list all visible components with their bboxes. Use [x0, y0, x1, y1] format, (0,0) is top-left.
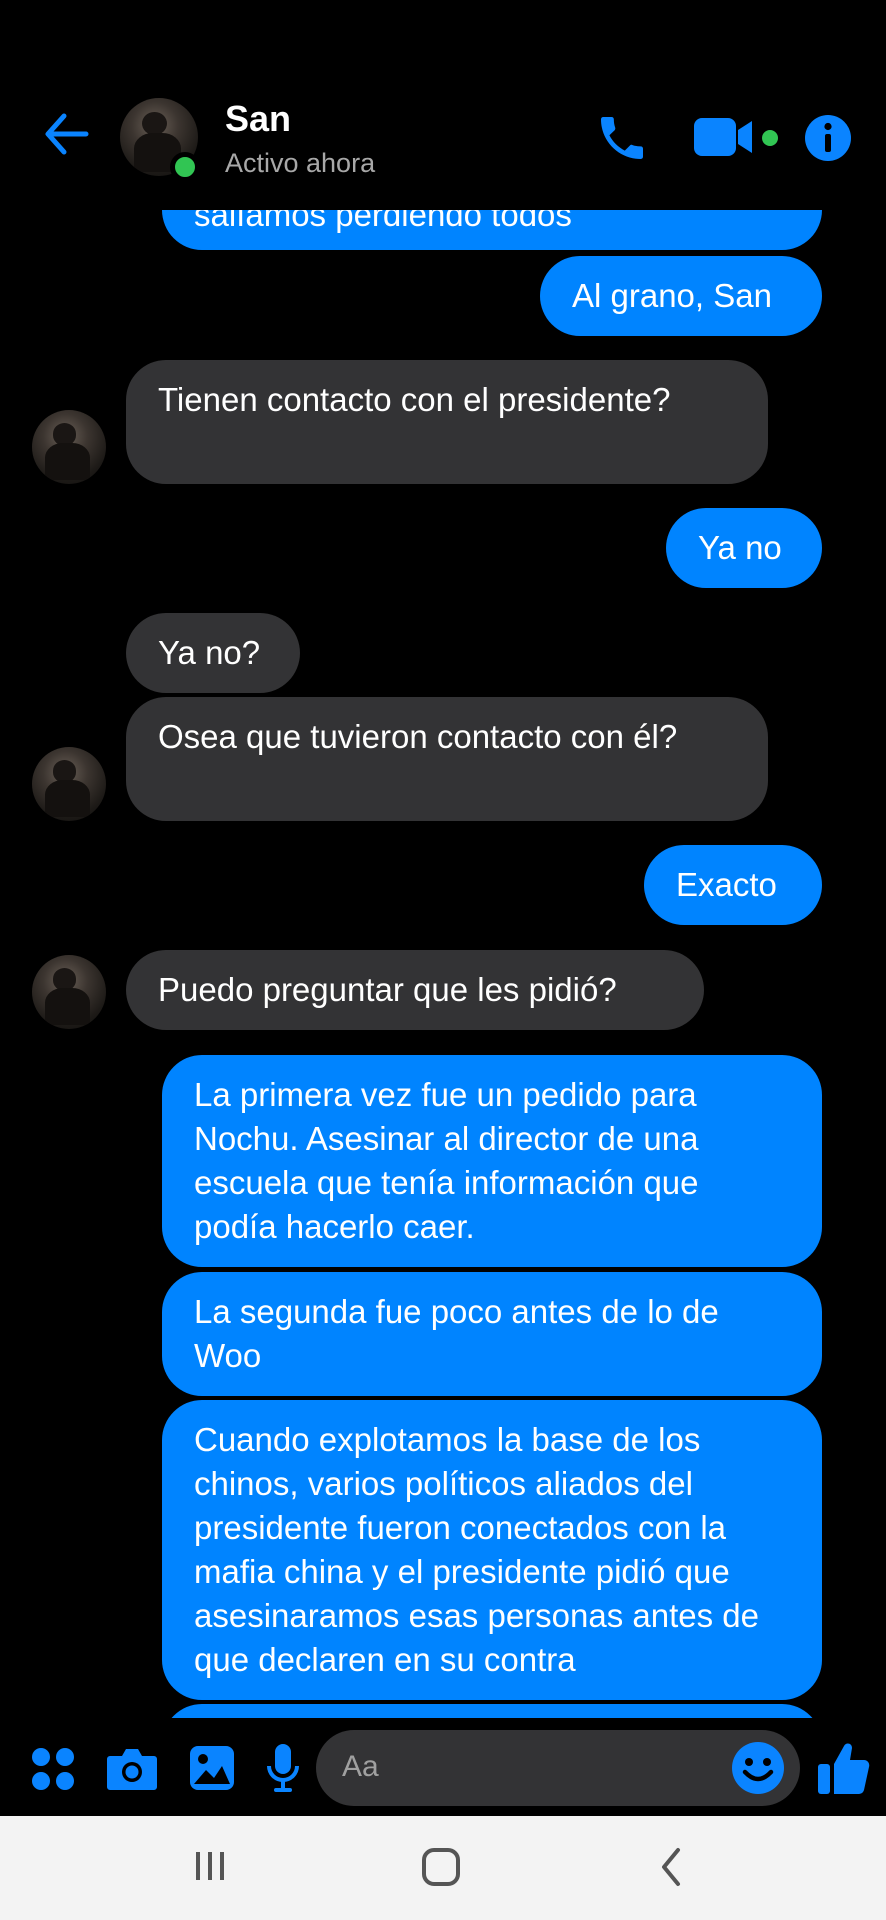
- recent-apps-icon[interactable]: [190, 1846, 230, 1886]
- back-arrow-icon[interactable]: [40, 108, 92, 160]
- message-bubble-outgoing[interactable]: Al grano, San: [540, 256, 822, 336]
- message-bubble-incoming[interactable]: Osea que tuvieron contacto con él?: [126, 697, 768, 821]
- video-camera-icon[interactable]: [694, 116, 756, 158]
- message-composer: Aa: [0, 1718, 886, 1816]
- thumbs-up-icon[interactable]: [816, 1740, 870, 1796]
- sender-avatar[interactable]: [32, 410, 106, 484]
- contact-status: Activo ahora: [225, 148, 376, 178]
- message-bubble-outgoing-partial[interactable]: [162, 1704, 822, 1718]
- message-bubble-outgoing[interactable]: Cuando explotamos la base de los chinos,…: [162, 1400, 822, 1700]
- chat-header: San Activo ahora: [0, 0, 886, 210]
- back-nav-icon[interactable]: [654, 1846, 688, 1888]
- message-bubble-incoming[interactable]: Ya no?: [126, 613, 300, 693]
- camera-icon[interactable]: [106, 1746, 158, 1792]
- message-bubble-outgoing[interactable]: salíamos perdiendo todos: [162, 210, 822, 250]
- message-bubble-outgoing[interactable]: Ya no: [666, 508, 822, 588]
- emoji-icon[interactable]: [730, 1740, 786, 1796]
- microphone-icon[interactable]: [266, 1742, 300, 1796]
- contact-name[interactable]: San: [225, 98, 291, 140]
- online-indicator: [170, 152, 200, 182]
- system-navigation-bar: [0, 1816, 886, 1920]
- message-bubble-outgoing[interactable]: Exacto: [644, 845, 822, 925]
- gallery-icon[interactable]: [188, 1744, 236, 1792]
- phone-icon[interactable]: [594, 110, 650, 166]
- sender-avatar[interactable]: [32, 747, 106, 821]
- message-list[interactable]: salíamos perdiendo todos Al grano, San T…: [0, 210, 886, 1718]
- video-online-dot: [762, 130, 778, 146]
- message-bubble-outgoing[interactable]: La segunda fue poco antes de lo de Woo: [162, 1272, 822, 1396]
- apps-icon[interactable]: [30, 1746, 76, 1792]
- message-input[interactable]: Aa: [316, 1730, 800, 1806]
- message-bubble-incoming[interactable]: Puedo preguntar que les pidió?: [126, 950, 704, 1030]
- message-bubble-incoming[interactable]: Tienen contacto con el presidente?: [126, 360, 768, 484]
- message-input-placeholder: Aa: [342, 1750, 379, 1783]
- sender-avatar[interactable]: [32, 955, 106, 1029]
- home-icon[interactable]: [420, 1846, 462, 1888]
- message-bubble-outgoing[interactable]: La primera vez fue un pedido para Nochu.…: [162, 1055, 822, 1267]
- info-icon[interactable]: [804, 114, 852, 162]
